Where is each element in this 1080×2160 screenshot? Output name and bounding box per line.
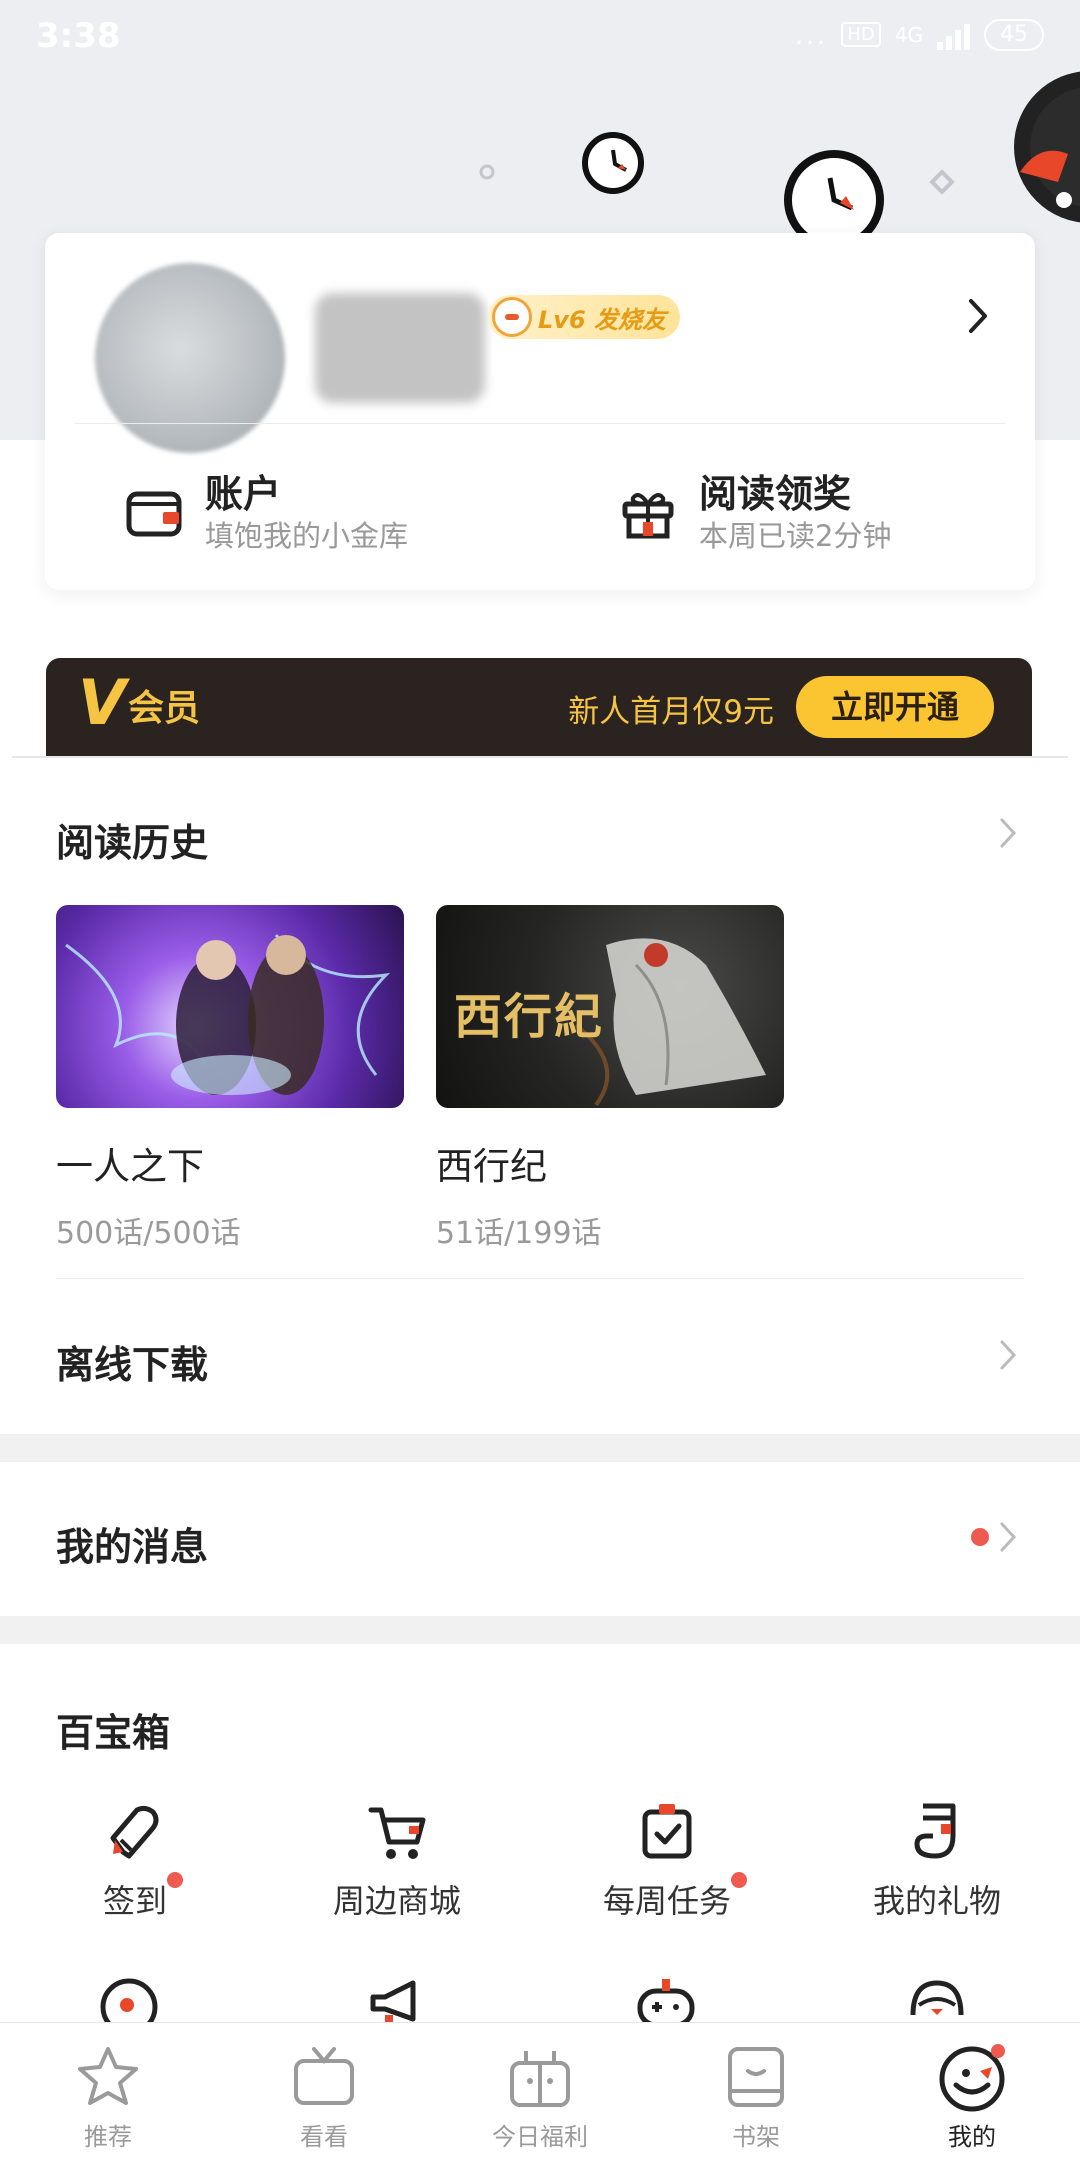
tool-row2-mascot-icon[interactable] [97,1975,161,2025]
tool-merch-store[interactable]: 周边商城 [262,1800,532,1922]
level-mascot-icon [492,297,532,337]
cover-artwork [65,934,391,1095]
vip-logo-v: V [78,666,126,739]
nav-bookshelf[interactable]: 书架 [648,2041,864,2152]
level-badge-label: Lv6 发烧友 [538,305,666,334]
nav-label: 书架 [732,2123,780,2151]
pen-icon [110,1805,159,1859]
book-cover-image[interactable] [56,905,404,1108]
gift-icon [622,493,674,539]
book-cover-image[interactable]: 西行紀 [436,905,784,1108]
status-bar: 3:38 ... HD 4G 45 [0,0,1080,72]
book-episodes: 51话/199话 [436,1216,602,1251]
offline-download-title[interactable]: 离线下载 [56,1334,208,1389]
cover-calligraphy-text: 西行紀 [454,989,605,1045]
bottom-nav: 推荐 看看 今日福利 书架 我的 [0,2022,1080,2160]
section-divider [56,1278,1024,1279]
my-messages-chevron-icon[interactable] [998,1518,1020,1556]
vip-open-button[interactable]: 立即开通 [796,676,994,738]
toolbox-title: 百宝箱 [56,1711,171,1755]
tool-label: 每周任务 [602,1882,731,1920]
offline-download-chevron-icon[interactable] [998,1336,1020,1374]
reading-reward-entry[interactable]: 阅读领奖 本周已读2分钟 [617,468,891,558]
avatar[interactable] [95,263,285,453]
tool-row2-gamepad-icon[interactable] [634,1975,698,2025]
tool-weekly-tasks[interactable]: 每周任务 [532,1800,802,1922]
level-badge[interactable]: Lv6 发烧友 [488,295,680,339]
mascot-face-icon [939,2044,1005,2112]
book-title: 西行纪 [436,1145,547,1188]
task-clipboard-icon [642,1804,692,1859]
bookshelf-icon [728,2047,784,2107]
tool-row2-mascot-head-icon[interactable] [905,1975,969,2025]
vip-divider [12,756,1068,758]
circle-decoration [479,164,495,180]
messages-unread-dot [971,1528,989,1546]
my-messages-title[interactable]: 我的消息 [56,1516,208,1571]
tool-unread-dot [167,1872,183,1888]
nav-label: 我的 [948,2123,996,2151]
gift-box-icon [510,2051,570,2107]
section-gap [0,1434,1080,1462]
tool-checkin[interactable]: 签到 [0,1800,270,1922]
book-episodes: 500话/500话 [56,1216,241,1251]
tv-icon [294,2047,354,2105]
nav-daily-welfare[interactable]: 今日福利 [432,2041,648,2152]
profile-chevron-right-icon[interactable] [965,291,993,341]
tool-label: 签到 [102,1882,167,1920]
gift-sock-icon [914,1803,956,1859]
nav-recommend[interactable]: 推荐 [0,2041,216,2152]
signal-icon [937,20,970,50]
book-title: 一人之下 [56,1145,204,1188]
history-book-1[interactable]: 一人之下 500话/500话 [56,905,404,1252]
diamond-decoration [929,169,955,195]
vip-logo: V 会员 [78,672,200,734]
reading-reward-subtitle: 本周已读2分钟 [699,519,892,553]
vip-logo-text: 会员 [127,688,200,729]
reading-reward-title: 阅读领奖 [699,472,852,516]
history-book-2[interactable]: 西行紀 西行纪 51话/199话 [436,905,784,1252]
tool-row2-megaphone-icon[interactable] [365,1975,429,2025]
network-type: 4G [894,22,923,47]
status-time: 3:38 [36,16,121,56]
profile-card: Lv6 发烧友 账户 填饱我的小金库 阅读领奖 本周已读2分钟 [45,233,1035,590]
account-subtitle: 填饱我的小金库 [205,519,409,553]
cart-icon [368,1807,426,1859]
account-entry[interactable]: 账户 填饱我的小金库 [123,468,408,558]
vip-banner[interactable]: V 会员 新人首月仅9元 立即开通 [46,658,1032,756]
nav-label: 今日福利 [492,2123,588,2151]
tool-my-gifts[interactable]: 我的礼物 [802,1800,1072,1922]
username-redacted [315,293,485,403]
status-icons: ... HD 4G 45 [795,18,1044,51]
mascot-decoration-small-icon [582,132,644,194]
vip-promo-text: 新人首月仅9元 [568,694,774,730]
mascot-decoration-edge-icon [1014,71,1080,223]
wallet-icon [126,491,182,537]
reading-history-title[interactable]: 阅读历史 [56,812,208,867]
reading-history-chevron-icon[interactable] [998,814,1020,852]
mascot-decoration-large-icon [784,150,884,238]
more-dots-icon: ... [794,18,828,51]
section-gap [0,1616,1080,1644]
tool-label: 周边商城 [332,1882,461,1920]
nav-label: 推荐 [84,2123,132,2151]
star-icon [78,2047,138,2105]
card-divider [75,423,1005,424]
hd-icon: HD [841,22,881,47]
nav-watch[interactable]: 看看 [216,2041,432,2152]
nav-label: 看看 [300,2123,348,2151]
nav-mine[interactable]: 我的 [864,2041,1080,2152]
battery-icon: 45 [984,18,1044,51]
account-title: 账户 [205,472,282,516]
tool-label: 我的礼物 [872,1882,1001,1920]
tool-unread-dot [731,1872,747,1888]
